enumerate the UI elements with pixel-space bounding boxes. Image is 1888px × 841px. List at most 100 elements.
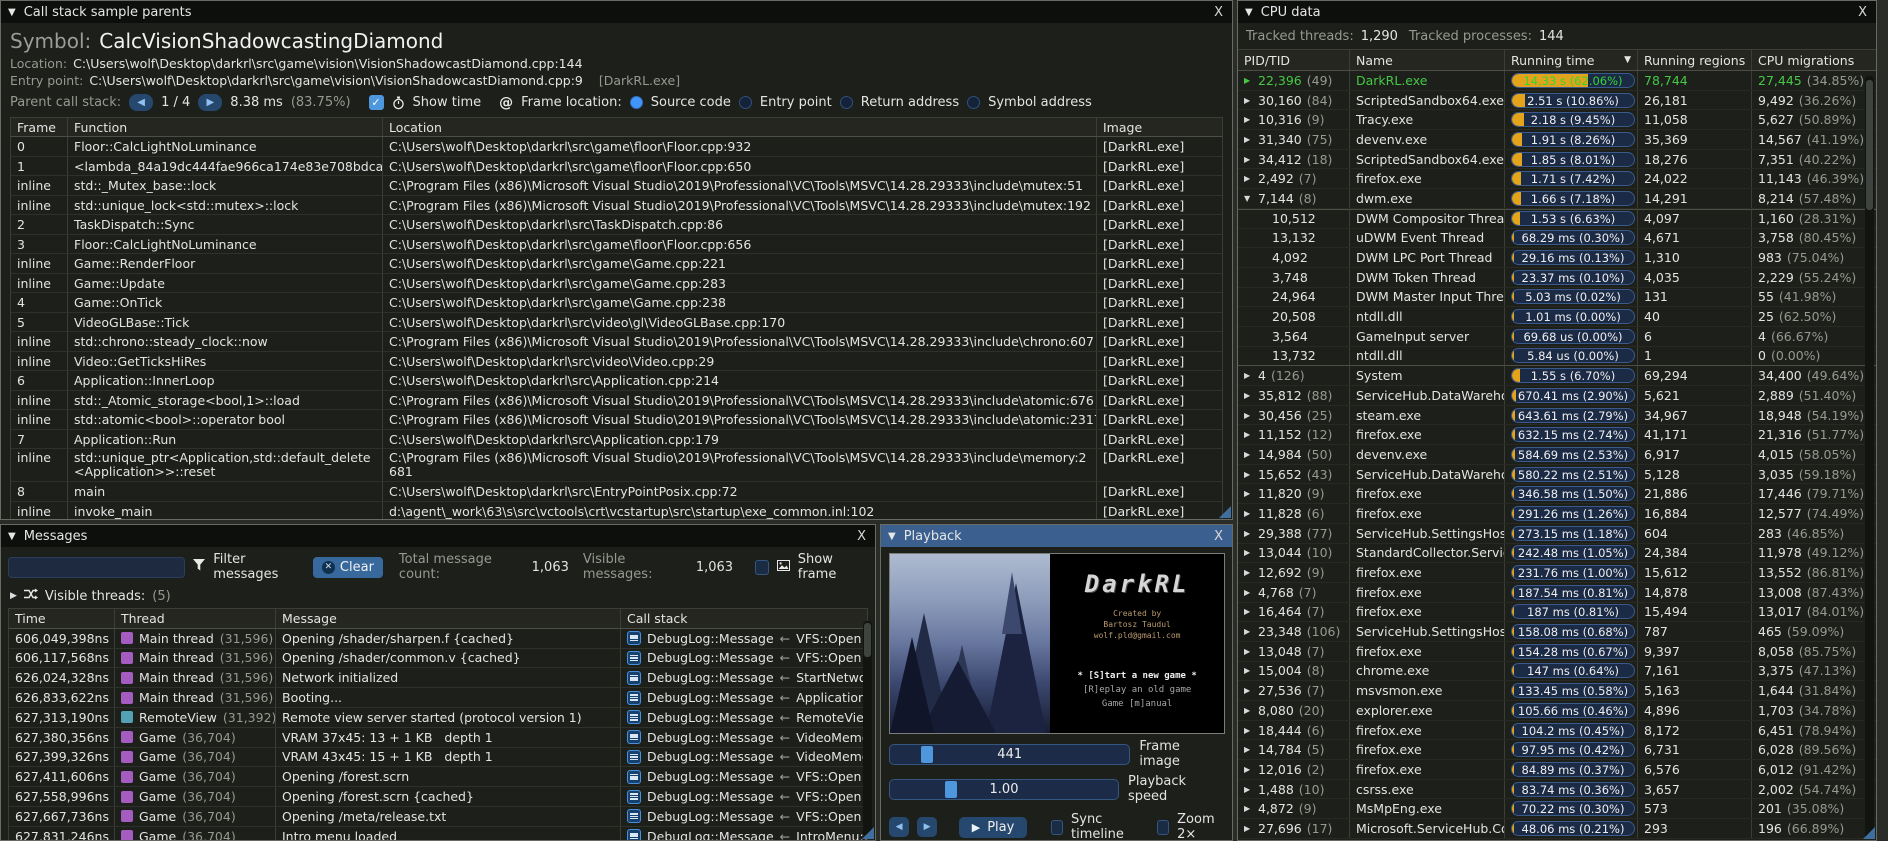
message-row[interactable]: 627,411,606nsGame(36,704)Opening /forest… bbox=[9, 767, 867, 787]
cpu-process-row[interactable]: ▶4,768(7)firefox.exe187.54 ms (0.81%)14,… bbox=[1238, 583, 1876, 603]
expand-arrow-icon[interactable]: ▶ bbox=[1244, 171, 1253, 186]
cpu-process-row[interactable]: ▶14,784(5)firefox.exe97.95 ms (0.42%)6,7… bbox=[1238, 740, 1876, 760]
cpu-process-row[interactable]: ▶29,388(77)ServiceHub.SettingsHost273.15… bbox=[1238, 524, 1876, 544]
callstack-table-row[interactable]: 2TaskDispatch::SyncC:\Users\wolf\Desktop… bbox=[11, 215, 1222, 235]
message-row[interactable]: 606,117,568nsMain thread(31,596)Opening … bbox=[9, 649, 867, 669]
cpu-process-row[interactable]: ▶15,652(43)ServiceHub.DataWarehou580.22 … bbox=[1238, 465, 1876, 485]
message-row[interactable]: 627,831,246nsGame(36,704)Intro menu load… bbox=[9, 827, 867, 841]
collapse-icon[interactable]: ▼ bbox=[8, 531, 16, 542]
expand-arrow-icon[interactable]: ▶ bbox=[1244, 762, 1253, 777]
collapse-arrow-icon[interactable]: ▼ bbox=[1244, 191, 1253, 206]
next-callstack-button[interactable]: ▶ bbox=[198, 94, 222, 111]
cpu-process-row[interactable]: ▶18,444(6)firefox.exe104.2 ms (0.45%)8,1… bbox=[1238, 721, 1876, 741]
cpu-process-row[interactable]: ▶14,984(50)devenv.exe584.69 ms (2.53%)6,… bbox=[1238, 445, 1876, 465]
callstack-list-icon[interactable] bbox=[627, 770, 641, 784]
callstack-table-row[interactable]: inlineGame::RenderFloorC:\Users\wolf\Des… bbox=[11, 254, 1222, 274]
cpu-process-row[interactable]: ▶27,696(17)Microsoft.ServiceHub.Co48.06 … bbox=[1238, 819, 1876, 839]
collapse-icon[interactable]: ▼ bbox=[1245, 7, 1253, 18]
callstack-table-row[interactable]: inlineGame::UpdateC:\Users\wolf\Desktop\… bbox=[11, 274, 1222, 294]
callstack-table-row[interactable]: inlineinvoke_maind:\agent\_work\63\s\src… bbox=[11, 502, 1222, 521]
callstack-list-icon[interactable] bbox=[627, 790, 641, 804]
zoom-2x-checkbox[interactable] bbox=[1157, 820, 1169, 835]
message-row[interactable]: 627,313,190nsRemoteView(31,392)Remote vi… bbox=[9, 708, 867, 728]
cpu-process-row[interactable]: ▶12,692(9)firefox.exe231.76 ms (1.00%)15… bbox=[1238, 563, 1876, 583]
resize-grip[interactable] bbox=[1863, 827, 1875, 839]
message-row[interactable]: 626,833,622nsMain thread(31,596)Booting.… bbox=[9, 688, 867, 708]
prev-callstack-button[interactable]: ◀ bbox=[129, 94, 153, 111]
cpu-process-row[interactable]: ▶30,160(84)ScriptedSandbox64.exe2.51 s (… bbox=[1238, 91, 1876, 111]
message-row[interactable]: 606,049,398nsMain thread(31,596)Opening … bbox=[9, 629, 867, 649]
cpu-process-row[interactable]: ▶2,492(7)firefox.exe1.71 s (7.42%)24,022… bbox=[1238, 169, 1876, 189]
expand-arrow-icon[interactable]: ▶ bbox=[1244, 663, 1253, 678]
expand-arrow-icon[interactable]: ▶ bbox=[1244, 467, 1253, 482]
sync-timeline-checkbox[interactable] bbox=[1051, 820, 1063, 835]
cpu-thread-row[interactable]: 20,508ntdll.dll1.01 ms (0.00%)4025(62.50… bbox=[1238, 307, 1876, 327]
messages-scrollbar[interactable] bbox=[863, 621, 872, 836]
close-icon[interactable]: X bbox=[855, 529, 868, 544]
close-icon[interactable]: X bbox=[1212, 5, 1225, 20]
expand-arrow-icon[interactable]: ▶ bbox=[1244, 486, 1253, 501]
expand-icon[interactable]: ▶ bbox=[10, 591, 17, 601]
callstack-table-row[interactable]: 4Game::OnTickC:\Users\wolf\Desktop\darkr… bbox=[11, 293, 1222, 313]
cpu-process-row[interactable]: ▶10,316(9)Tracy.exe2.18 s (9.45%)11,0585… bbox=[1238, 110, 1876, 130]
expand-arrow-icon[interactable]: ▶ bbox=[1244, 604, 1253, 619]
column-header-time[interactable]: Time bbox=[9, 609, 115, 628]
expand-arrow-icon[interactable]: ▶ bbox=[1244, 368, 1253, 383]
frame-location-radio-source-code[interactable] bbox=[630, 96, 643, 109]
expand-arrow-icon[interactable]: ▶ bbox=[1244, 624, 1253, 639]
step-back-button[interactable]: ◀ bbox=[889, 817, 909, 837]
cpu-process-row[interactable]: ▶16,464(7)firefox.exe187 ms (0.81%)15,49… bbox=[1238, 603, 1876, 623]
show-frame-checkbox[interactable] bbox=[755, 560, 769, 575]
messages-scrollbar-thumb[interactable] bbox=[864, 623, 871, 657]
callstack-table-row[interactable]: 6Application::InnerLoopC:\Users\wolf\Des… bbox=[11, 371, 1222, 391]
callstack-table-row[interactable]: inlinestd::chrono::steady_clock::nowC:\P… bbox=[11, 332, 1222, 352]
callstack-table-row[interactable]: 5VideoGLBase::TickC:\Users\wolf\Desktop\… bbox=[11, 313, 1222, 333]
playback-speed-slider[interactable]: 1.00 bbox=[889, 779, 1119, 800]
cpu-thread-row[interactable]: 10,512DWM Compositor Thread1.53 s (6.63%… bbox=[1238, 209, 1876, 229]
cpu-process-row[interactable]: ▶13,048(7)firefox.exe154.28 ms (0.67%)9,… bbox=[1238, 642, 1876, 662]
column-header-location[interactable]: Location bbox=[383, 118, 1097, 136]
close-icon[interactable]: X bbox=[1212, 529, 1225, 544]
expand-arrow-icon[interactable]: ▶ bbox=[1244, 585, 1253, 600]
expand-arrow-icon[interactable]: ▶ bbox=[1244, 112, 1253, 127]
callstack-list-icon[interactable] bbox=[627, 691, 641, 705]
callstack-table-row[interactable]: inlinestd::_Atomic_storage<bool,1>::load… bbox=[11, 391, 1222, 411]
callstack-table-row[interactable]: 3Floor::CalcLightNoLuminanceC:\Users\wol… bbox=[11, 235, 1222, 255]
expand-arrow-icon[interactable]: ▶ bbox=[1244, 73, 1253, 88]
cpu-process-row[interactable]: ▶11,152(12)firefox.exe632.15 ms (2.74%)4… bbox=[1238, 425, 1876, 445]
filter-input[interactable] bbox=[8, 557, 185, 578]
cpu-process-row[interactable]: ▶15,004(8)chrome.exe147 ms (0.64%)7,1613… bbox=[1238, 662, 1876, 682]
message-row[interactable]: 627,667,736nsGame(36,704)Opening /meta/r… bbox=[9, 807, 867, 827]
callstack-table-row[interactable]: 0Floor::CalcLightNoLuminanceC:\Users\wol… bbox=[11, 137, 1222, 157]
expand-arrow-icon[interactable]: ▶ bbox=[1244, 93, 1253, 108]
callstack-table-row[interactable]: 8mainC:\Users\wolf\Desktop\darkrl\src\En… bbox=[11, 482, 1222, 502]
cpu-process-row[interactable]: ▶35,812(88)ServiceHub.DataWarehou670.41 … bbox=[1238, 386, 1876, 406]
message-row[interactable]: 626,024,328nsMain thread(31,596)Network … bbox=[9, 668, 867, 688]
expand-arrow-icon[interactable]: ▶ bbox=[1244, 408, 1253, 423]
expand-arrow-icon[interactable]: ▶ bbox=[1244, 782, 1253, 797]
resize-grip[interactable] bbox=[862, 827, 874, 839]
cpu-process-row[interactable]: ▶27,536(7)msvsmon.exe133.45 ms (0.58%)5,… bbox=[1238, 681, 1876, 701]
clear-button[interactable]: ✕ Clear bbox=[313, 557, 383, 578]
column-header-thread[interactable]: Thread bbox=[115, 609, 276, 628]
cpu-process-row[interactable]: ▼7,144(8)dwm.exe1.66 s (7.18%)14,2918,21… bbox=[1238, 189, 1876, 209]
expand-arrow-icon[interactable]: ▶ bbox=[1244, 703, 1253, 718]
expand-arrow-icon[interactable]: ▶ bbox=[1244, 742, 1253, 757]
callstack-table-row[interactable]: inlinestd::unique_ptr<Application,std::d… bbox=[11, 449, 1222, 482]
callstack-table-row[interactable]: inlinestd::unique_lock<std::mutex>::lock… bbox=[11, 196, 1222, 216]
expand-arrow-icon[interactable]: ▶ bbox=[1244, 801, 1253, 816]
message-row[interactable]: 627,558,996nsGame(36,704)Opening /forest… bbox=[9, 787, 867, 807]
column-header-function[interactable]: Function bbox=[68, 118, 383, 136]
callstack-list-icon[interactable] bbox=[627, 809, 641, 823]
callstack-list-icon[interactable] bbox=[627, 710, 641, 724]
callstack-table-row[interactable]: 7Application::RunC:\Users\wolf\Desktop\d… bbox=[11, 430, 1222, 450]
column-header-image[interactable]: Image bbox=[1097, 118, 1222, 136]
cpu-process-row[interactable]: ▶34,412(18)ScriptedSandbox64.exe1.85 s (… bbox=[1238, 150, 1876, 170]
column-header-frame[interactable]: Frame bbox=[11, 118, 68, 136]
column-header-name[interactable]: Name bbox=[1350, 50, 1505, 70]
expand-arrow-icon[interactable]: ▶ bbox=[1244, 683, 1253, 698]
cpu-process-row[interactable]: ▶11,820(9)firefox.exe346.58 ms (1.50%)21… bbox=[1238, 484, 1876, 504]
expand-arrow-icon[interactable]: ▶ bbox=[1244, 545, 1253, 560]
cpu-process-row[interactable]: ▶1,488(10)csrss.exe83.74 ms (0.36%)3,657… bbox=[1238, 780, 1876, 800]
show-time-checkbox[interactable]: ✓ bbox=[369, 95, 384, 110]
